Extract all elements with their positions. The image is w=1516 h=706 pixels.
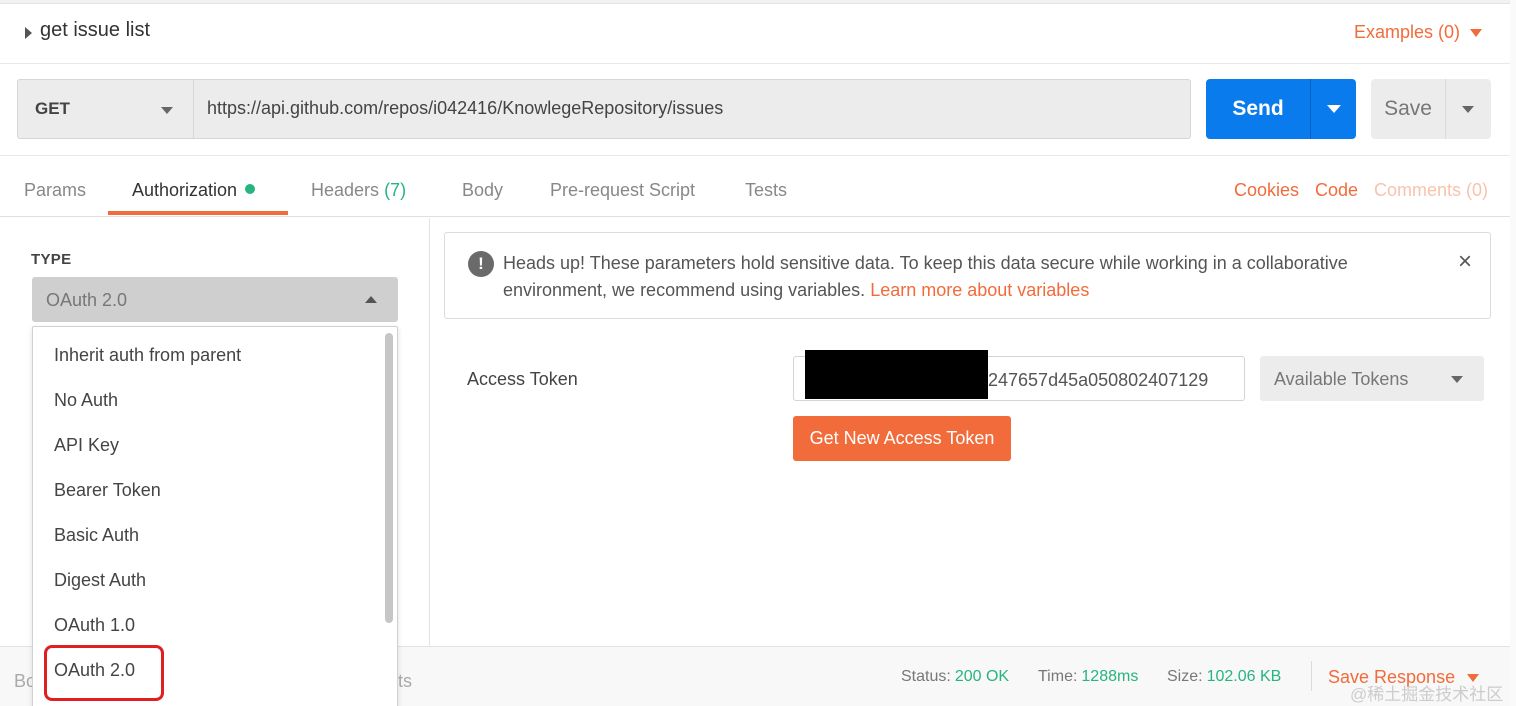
close-icon[interactable]: × [1454, 250, 1476, 274]
tab-authorization[interactable]: Authorization [132, 180, 256, 201]
examples-dropdown[interactable]: Examples (0) [1354, 22, 1482, 43]
send-options-button[interactable] [1310, 79, 1356, 139]
notice-text: Heads up! These parameters hold sensitiv… [503, 250, 1423, 304]
menu-item-digest-auth[interactable]: Digest Auth [33, 558, 383, 603]
time-label: Time: [1038, 668, 1078, 685]
chevron-down-icon [161, 107, 173, 114]
request-title[interactable]: get issue list [40, 19, 150, 42]
watermark-text: @稀土掘金技术社区 [1350, 685, 1504, 704]
menu-scrollbar[interactable] [385, 333, 393, 623]
divider [1311, 661, 1312, 691]
method-label: GET [35, 99, 70, 118]
menu-item-inherit-auth[interactable]: Inherit auth from parent [33, 333, 383, 378]
examples-label: Examples (0) [1353, 22, 1460, 42]
url-input[interactable] [207, 98, 1167, 119]
get-new-access-token-button[interactable]: Get New Access Token [793, 416, 1011, 461]
tab-headers[interactable]: Headers (7) [311, 180, 406, 201]
chevron-down-icon [1462, 106, 1474, 113]
status-info: Status: 200 OK [901, 668, 1009, 686]
expand-caret-icon[interactable] [25, 27, 32, 39]
tab-params[interactable]: Params [24, 180, 86, 201]
available-tokens-label: Available Tokens [1274, 369, 1409, 389]
chevron-down-icon [1470, 28, 1482, 37]
menu-item-basic-auth[interactable]: Basic Auth [33, 513, 383, 558]
tab-headers-label: Headers [311, 180, 380, 200]
auth-type-menu: Inherit auth from parent No Auth API Key… [32, 326, 398, 706]
size-label: Size: [1167, 668, 1203, 685]
access-token-label: Access Token [467, 369, 578, 389]
auth-type-value: OAuth 2.0 [46, 290, 128, 310]
size-info: Size: 102.06 KB [1167, 668, 1281, 686]
code-link[interactable]: Code [1315, 180, 1358, 201]
size-value: 102.06 KB [1206, 668, 1282, 685]
menu-item-api-key[interactable]: API Key [33, 423, 383, 468]
chevron-down-icon [1327, 105, 1341, 113]
auth-type-select[interactable]: OAuth 2.0 [32, 277, 398, 322]
tab-body[interactable]: Body [462, 180, 503, 201]
menu-item-oauth-1[interactable]: OAuth 1.0 [33, 603, 383, 648]
alert-icon: ! [468, 251, 494, 277]
tests-tab-fragment[interactable]: ts [398, 671, 412, 692]
learn-more-link[interactable]: Learn more about variables [870, 280, 1089, 300]
menu-item-bearer-token[interactable]: Bearer Token [33, 468, 383, 513]
time-value: 1288ms [1081, 668, 1139, 685]
selection-highlight-box [44, 645, 164, 701]
send-button[interactable]: Send [1206, 79, 1310, 139]
tab-tests[interactable]: Tests [745, 180, 787, 201]
active-tab-indicator [108, 211, 288, 215]
status-value: 200 OK [954, 668, 1010, 685]
window-scroll-edge [1510, 0, 1516, 706]
type-label: TYPE [31, 251, 72, 268]
sensitive-data-notice: ! Heads up! These parameters hold sensit… [444, 232, 1491, 319]
request-title-bar: get issue list Examples (0) [0, 6, 1510, 64]
chevron-up-icon [365, 296, 377, 303]
comments-link[interactable]: Comments (0) [1374, 180, 1488, 201]
time-info: Time: 1288ms [1038, 668, 1138, 686]
status-label: Status: [901, 668, 951, 685]
access-token-input[interactable] [988, 370, 1238, 391]
cookies-link[interactable]: Cookies [1234, 180, 1299, 201]
chevron-down-icon [1451, 376, 1463, 383]
tab-prerequest-script[interactable]: Pre-request Script [550, 180, 695, 201]
request-tabs: Params Authorization Headers (7) Body Pr… [0, 155, 1510, 217]
headers-count: (7) [384, 180, 407, 200]
menu-item-no-auth[interactable]: No Auth [33, 378, 383, 423]
url-field[interactable] [193, 79, 1191, 139]
save-options-button[interactable] [1445, 79, 1491, 139]
top-strip [0, 0, 1516, 4]
available-tokens-select[interactable]: Available Tokens [1260, 356, 1484, 401]
tab-authorization-label: Authorization [132, 180, 238, 200]
save-button[interactable]: Save [1371, 79, 1445, 139]
method-select[interactable]: GET [17, 79, 193, 139]
redaction-box [805, 350, 988, 399]
status-dot-icon [245, 184, 256, 194]
